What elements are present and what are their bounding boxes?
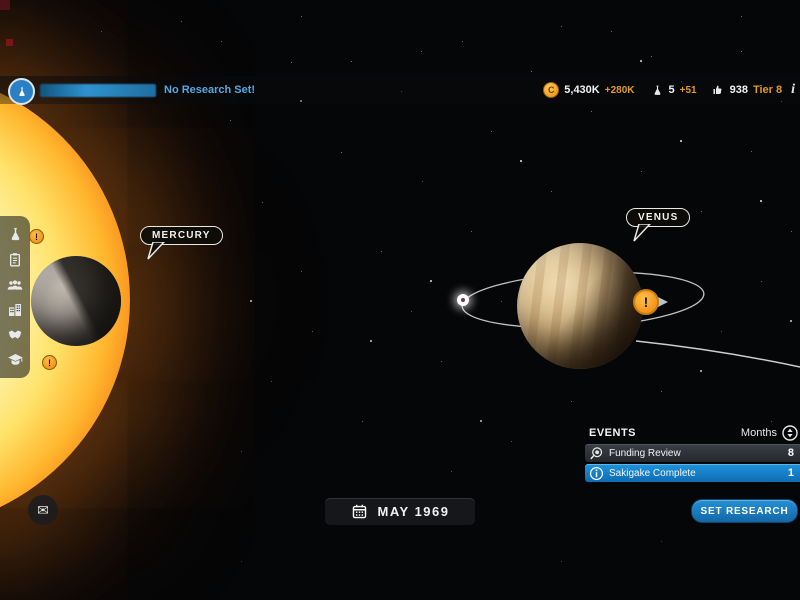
sidebar-item-diplomacy[interactable]: [5, 325, 25, 345]
clipboard-icon: [7, 251, 23, 268]
mercury-label-bubble[interactable]: MERCURY: [140, 226, 223, 245]
tier-label: Tier 8: [753, 84, 782, 96]
left-sidebar: [0, 216, 30, 378]
planet-venus[interactable]: [517, 243, 643, 369]
recording-artifact: [0, 0, 10, 10]
handshake-icon: [6, 327, 24, 342]
recording-artifact: [6, 39, 13, 46]
bubble-tail: [145, 242, 165, 260]
flask-icon: [7, 226, 24, 243]
sidebar-item-missions[interactable]: [5, 250, 25, 270]
date-bar[interactable]: MAY 1969: [325, 498, 475, 525]
date-label: MAY 1969: [378, 504, 450, 519]
research-warning-badge[interactable]: !: [29, 229, 44, 244]
event-row-sakigake-complete[interactable]: Sakigake Complete 1: [585, 464, 800, 482]
support-value: 938: [730, 84, 748, 96]
bubble-tail: [631, 224, 651, 242]
sidebar-item-academy[interactable]: [5, 350, 25, 370]
flask-icon: [16, 86, 28, 98]
event-label: Funding Review: [609, 448, 681, 459]
sidebar-item-base[interactable]: [5, 300, 25, 320]
research-alert[interactable]: No Research Set!: [164, 84, 255, 96]
funds-coin-icon: C: [543, 82, 559, 98]
agency-avatar[interactable]: [8, 78, 35, 105]
resource-cluster: C 5,430K +280K 5 +51 938 Tier 8 i: [543, 76, 795, 104]
mail-icon: ✉: [37, 502, 49, 519]
events-title: EVENTS: [589, 427, 636, 439]
science-flask-icon: [651, 84, 664, 97]
funding-review-icon: [589, 446, 604, 461]
people-icon: [6, 277, 24, 293]
top-bar: No Research Set! C 5,430K +280K 5 +51 93…: [0, 76, 800, 104]
science-value: 5: [669, 84, 675, 96]
academy-warning-badge[interactable]: !: [42, 355, 57, 370]
venus-label: VENUS: [638, 212, 678, 223]
sidebar-item-research[interactable]: [5, 225, 25, 245]
venus-warning-icon[interactable]: !: [633, 289, 659, 315]
funds-value: 5,430K: [564, 84, 599, 96]
game-screen: ! MERCURY VENUS No Research Set! C 5,430…: [0, 0, 800, 600]
agency-name-redacted: [40, 84, 156, 97]
buildings-icon: [7, 302, 23, 318]
orbit-node-marker[interactable]: [457, 294, 469, 306]
planet-mercury[interactable]: [31, 256, 121, 346]
info-icon: [589, 466, 604, 481]
science-delta: +51: [680, 85, 697, 96]
set-research-button[interactable]: SET RESEARCH: [691, 499, 798, 523]
event-label: Sakigake Complete: [609, 468, 696, 479]
mercury-label: MERCURY: [152, 230, 211, 241]
events-unit-label: Months: [741, 427, 777, 439]
event-value: 1: [788, 467, 794, 479]
support-thumbs-icon: [713, 84, 725, 96]
info-icon[interactable]: i: [791, 82, 795, 98]
mail-button[interactable]: ✉: [28, 495, 58, 525]
events-header: EVENTS Months: [585, 424, 800, 442]
venus-label-bubble[interactable]: VENUS: [626, 208, 690, 227]
sidebar-item-personnel[interactable]: [5, 275, 25, 295]
grad-cap-icon: [6, 352, 25, 368]
events-panel: EVENTS Months Funding Review 8 Sa: [585, 424, 800, 482]
months-spinner-icon[interactable]: [782, 425, 798, 441]
event-value: 8: [788, 447, 794, 459]
funds-delta: +280K: [605, 85, 635, 96]
event-row-funding-review[interactable]: Funding Review 8: [585, 444, 800, 462]
calendar-icon: [351, 503, 368, 520]
